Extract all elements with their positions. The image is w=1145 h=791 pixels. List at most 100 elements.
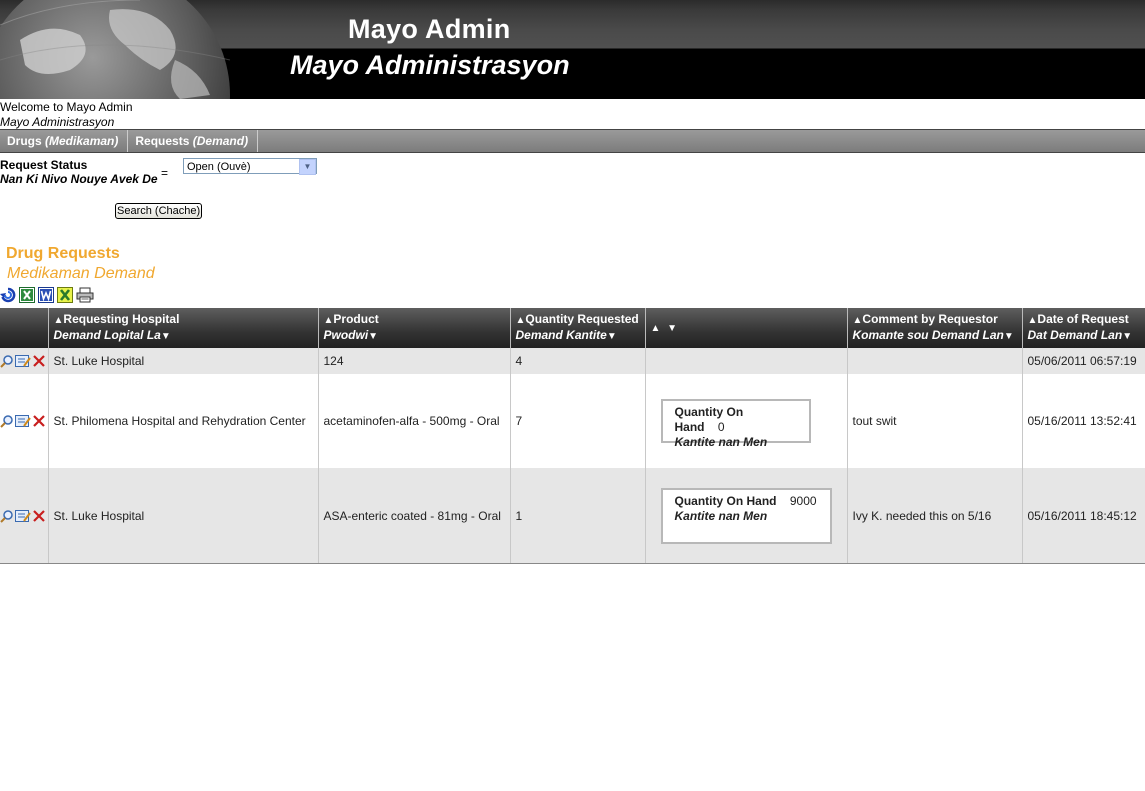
quantity-on-hand-box: Quantity On Hand 0 Kantite nan Men: [660, 399, 811, 449]
sort-desc-icon[interactable]: ▼: [1004, 331, 1014, 342]
sort-asc-icon[interactable]: ▲: [1028, 315, 1038, 326]
filter-operator: =: [161, 166, 169, 180]
request-status-label-en: Request Status: [0, 158, 88, 172]
cell-comment: [847, 348, 1023, 374]
cell-quantity: 7: [510, 374, 646, 468]
column-header-actions: [0, 308, 49, 348]
cell-quantity: 4: [510, 348, 646, 374]
quantity-on-hand-box: Quantity On Hand 9000 Kantite nan Men: [660, 487, 832, 544]
excel-export-icon[interactable]: [19, 287, 35, 303]
cell-date: 05/16/2011 18:45:12: [1022, 468, 1145, 564]
column-header-hospital-alt: Demand Lopital La: [53, 328, 161, 342]
column-header-quantity-alt: Demand Kantite: [515, 328, 607, 342]
sort-asc-icon[interactable]: ▲: [651, 323, 661, 334]
tab-requests-label-alt: (Demand): [192, 134, 249, 148]
delete-icon[interactable]: [32, 354, 46, 368]
row-actions: [0, 348, 49, 374]
column-header-quantity[interactable]: ▲Quantity Requested Demand Kantite▼: [510, 308, 646, 348]
request-status-label: Request Status Nan Ki Nivo Nouye Avek De: [0, 158, 158, 186]
delete-icon[interactable]: [32, 414, 46, 428]
column-header-product-alt: Pwodwi: [323, 328, 369, 342]
section-subtitle: Medikaman Demand: [7, 265, 155, 282]
tab-drugs[interactable]: Drugs (Medikaman): [0, 130, 129, 152]
sort-asc-icon[interactable]: ▲: [853, 315, 863, 326]
print-icon[interactable]: [76, 287, 94, 303]
column-header-product[interactable]: ▲Product Pwodwi▼: [318, 308, 511, 348]
refresh-icon[interactable]: [0, 287, 16, 303]
welcome-text: Welcome to Mayo Admin Mayo Administrasyo…: [0, 100, 133, 130]
sort-asc-icon[interactable]: ▲: [54, 315, 64, 326]
status-select-value: Open (Ouvè): [187, 161, 251, 173]
chevron-down-icon[interactable]: ▼: [299, 159, 316, 175]
sort-desc-icon[interactable]: ▼: [161, 331, 171, 342]
app-subtitle: Mayo Administrasyon: [290, 50, 570, 80]
table-header-row: ▲Requesting Hospital Demand Lopital La▼ …: [0, 308, 1145, 348]
column-header-product-label: Product: [333, 312, 379, 326]
view-icon[interactable]: [0, 354, 14, 368]
column-header-hospital[interactable]: ▲Requesting Hospital Demand Lopital La▼: [48, 308, 319, 348]
cell-on-hand: [645, 348, 848, 374]
sort-asc-icon[interactable]: ▲: [516, 315, 526, 326]
main-nav: Drugs (Medikaman) Requests (Demand): [0, 129, 1145, 153]
request-status-label-alt: Nan Ki Nivo Nouye Avek De: [0, 172, 158, 186]
globe-logo: [0, 0, 231, 99]
column-header-comment-label: Comment by Requestor: [862, 312, 998, 326]
edit-icon[interactable]: [15, 354, 31, 368]
qoh-label: Quantity On Hand: [674, 405, 744, 434]
sort-asc-icon[interactable]: ▲: [324, 315, 334, 326]
table-row: St. Luke Hospital 124 4 05/06/2011 06:57…: [0, 348, 1145, 374]
row-actions: [0, 468, 49, 564]
cell-on-hand: Quantity On Hand 9000 Kantite nan Men: [645, 468, 848, 564]
tab-drugs-label-alt: (Medikaman): [45, 134, 119, 148]
drug-requests-table: ▲Requesting Hospital Demand Lopital La▼ …: [0, 308, 1145, 564]
cell-hospital: St. Luke Hospital: [48, 348, 319, 374]
edit-icon[interactable]: [15, 509, 31, 523]
cell-product: ASA-enteric coated - 81mg - Oral: [318, 468, 511, 564]
delete-icon[interactable]: [32, 509, 46, 523]
cell-comment: tout swit: [847, 374, 1023, 468]
export-toolbar: [0, 287, 94, 303]
tab-requests-label: Requests: [135, 134, 190, 148]
column-header-hospital-label: Requesting Hospital: [63, 312, 180, 326]
qoh-label-alt: Kantite nan Men: [674, 435, 768, 449]
cell-date: 05/06/2011 06:57:19: [1022, 348, 1145, 374]
table-row: St. Luke Hospital ASA-enteric coated - 8…: [0, 468, 1145, 564]
welcome-line-alt: Mayo Administrasyon: [0, 115, 115, 129]
welcome-line: Welcome to Mayo Admin: [0, 100, 133, 114]
cell-comment: Ivy K. needed this on 5/16: [847, 468, 1023, 564]
edit-icon[interactable]: [15, 414, 31, 428]
tab-drugs-label: Drugs: [7, 134, 42, 148]
cell-product: acetaminofen-alfa - 500mg - Oral: [318, 374, 511, 468]
tab-requests[interactable]: Requests (Demand): [128, 130, 259, 152]
status-select[interactable]: Open (Ouvè) ▼: [183, 158, 317, 175]
qoh-value: 9000: [789, 493, 817, 508]
qoh-value: 0: [717, 420, 725, 434]
sort-desc-icon[interactable]: ▼: [667, 323, 677, 334]
column-header-quantity-label: Quantity Requested: [525, 312, 639, 326]
qoh-label: Quantity On Hand: [674, 493, 777, 508]
sort-desc-icon[interactable]: ▼: [1122, 331, 1132, 342]
csv-export-icon[interactable]: [57, 287, 73, 303]
column-header-on-hand[interactable]: ▲ ▼: [645, 308, 848, 348]
cell-hospital: St. Philomena Hospital and Rehydration C…: [48, 374, 319, 468]
view-icon[interactable]: [0, 414, 14, 428]
word-export-icon[interactable]: [38, 287, 54, 303]
column-header-date-label: Date of Request: [1037, 312, 1129, 326]
row-actions: [0, 374, 49, 468]
cell-quantity: 1: [510, 468, 646, 564]
table-row: St. Philomena Hospital and Rehydration C…: [0, 374, 1145, 468]
section-title: Drug Requests: [6, 245, 120, 262]
cell-date: 05/16/2011 13:52:41: [1022, 374, 1145, 468]
sort-desc-icon[interactable]: ▼: [607, 331, 617, 342]
column-header-comment-alt: Komante sou Demand Lan: [852, 328, 1004, 342]
sort-desc-icon[interactable]: ▼: [368, 331, 378, 342]
column-header-date-alt: Dat Demand Lan: [1027, 328, 1123, 342]
search-button[interactable]: Search (Chache): [115, 203, 203, 219]
cell-product: 124: [318, 348, 511, 374]
column-header-date[interactable]: ▲Date of Request Dat Demand Lan▼: [1022, 308, 1145, 348]
column-header-comment[interactable]: ▲Comment by Requestor Komante sou Demand…: [847, 308, 1023, 348]
app-title: Mayo Admin: [348, 14, 511, 44]
view-icon[interactable]: [0, 509, 14, 523]
cell-on-hand: Quantity On Hand 0 Kantite nan Men: [645, 374, 848, 468]
header-banner: Mayo Admin Mayo Administrasyon: [0, 0, 1145, 99]
